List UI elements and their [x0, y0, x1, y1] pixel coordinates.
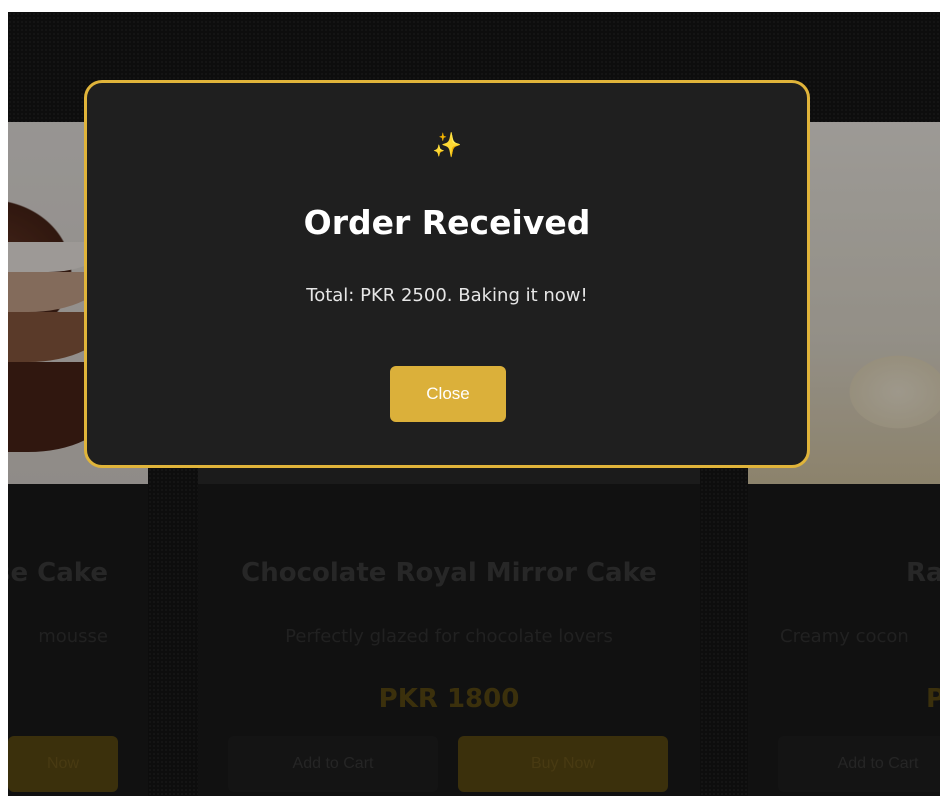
dialog-message: Total: PKR 2500. Baking it now!: [306, 285, 588, 306]
order-received-dialog: ✨ Order Received Total: PKR 2500. Baking…: [84, 80, 810, 468]
close-button[interactable]: Close: [390, 366, 506, 422]
sparkles-icon: ✨: [432, 131, 462, 159]
dialog-title: Order Received: [303, 203, 591, 242]
product-page: se Cake mousse Now Chocolate Royal Mirro…: [8, 12, 940, 796]
